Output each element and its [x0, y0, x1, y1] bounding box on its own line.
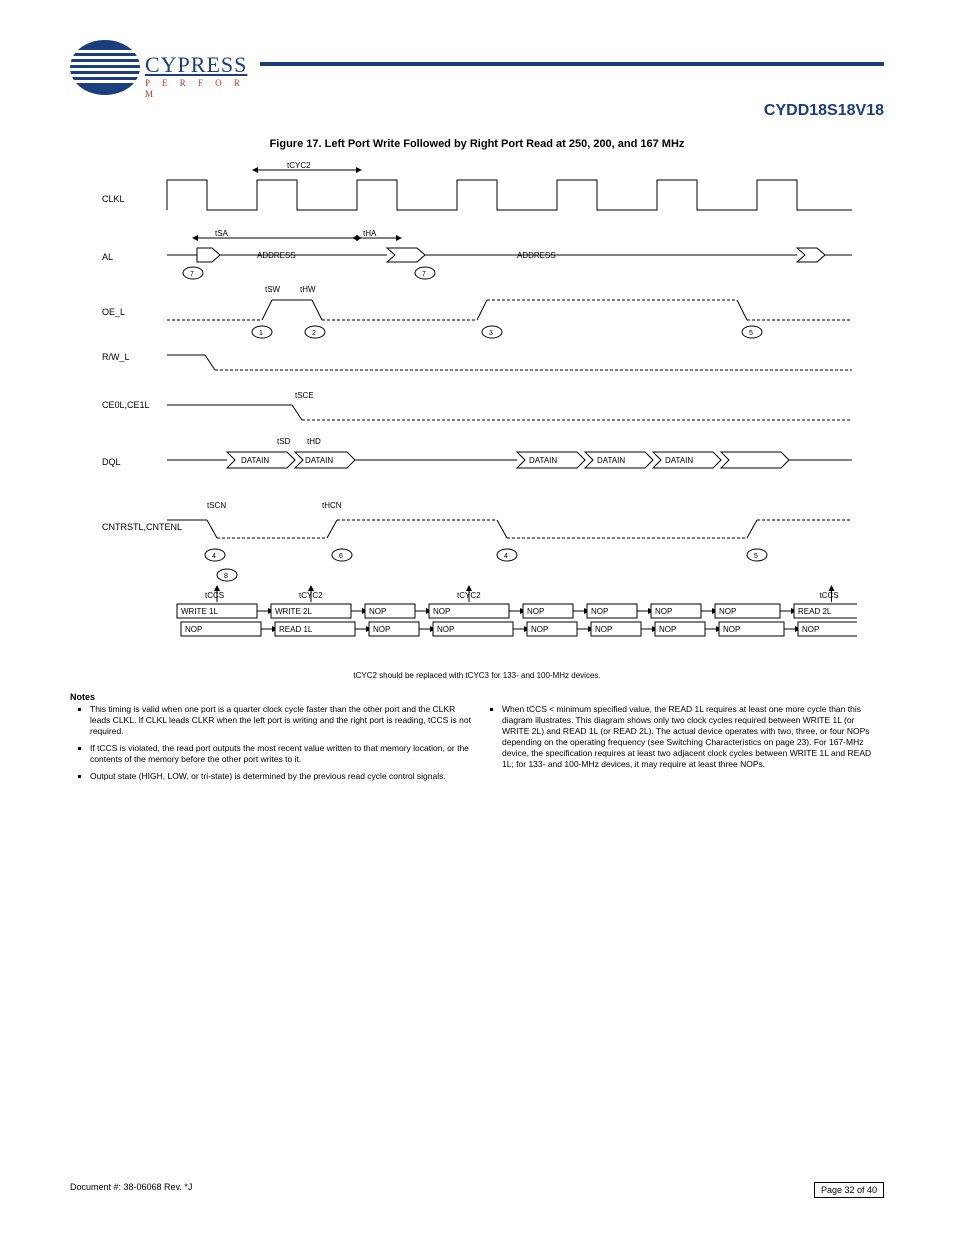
note-item: When tCCS < minimum specified value, the… — [502, 704, 884, 770]
tcyc-label: tCYC2 — [287, 161, 311, 170]
svg-text:3: 3 — [489, 330, 493, 337]
timing-svg: CLKL AL OE_L R/W_L CE0L,CE1L DQL CNTRSTL… — [97, 160, 857, 660]
svg-text:8: 8 — [224, 573, 228, 580]
svg-text:tHW: tHW — [300, 285, 316, 294]
note-item: Output state (HIGH, LOW, or tri-state) i… — [90, 771, 472, 782]
sig-dql: DQL — [102, 457, 121, 467]
svg-text:tCCS: tCCS — [820, 591, 839, 600]
notes-list: This timing is valid when one port is a … — [70, 704, 884, 782]
svg-text:NOP: NOP — [527, 607, 544, 616]
svg-text:tHD: tHD — [307, 437, 321, 446]
svg-text:DATAIN: DATAIN — [665, 456, 693, 465]
note-item: If tCCS is violated, the read port outpu… — [90, 743, 472, 765]
svg-text:DATAIN: DATAIN — [241, 456, 269, 465]
rwl-trace — [167, 355, 852, 370]
sequence-row-top: tCCStCYC2tCYC2tCCS — [205, 590, 839, 602]
page-number: Page 32 of 40 — [814, 1182, 884, 1198]
svg-text:WRITE 2L: WRITE 2L — [275, 607, 312, 616]
svg-text:6: 6 — [339, 553, 343, 560]
svg-text:4: 4 — [504, 553, 508, 560]
svg-text:NOP: NOP — [437, 625, 454, 634]
brand-tagline: P E R F O R M — [145, 78, 245, 99]
sig-oel: OE_L — [102, 307, 125, 317]
sig-al: AL — [102, 252, 113, 262]
svg-text:ADDRESS: ADDRESS — [517, 251, 556, 260]
sequence-row-1: WRITE 1L WRITE 2L NOP NOP NOP NOP NOP NOP READ 2… — [177, 604, 857, 618]
svg-text:5: 5 — [749, 330, 753, 337]
svg-text:DATAIN: DATAIN — [597, 456, 625, 465]
clk-wave — [167, 180, 852, 210]
sig-cel: CE0L,CE1L — [102, 400, 150, 410]
cntl-trace: 4 6 4 5 8 — [167, 520, 852, 581]
svg-text:tSA: tSA — [215, 229, 229, 238]
svg-text:5: 5 — [754, 553, 758, 560]
timing-diagram: CLKL AL OE_L R/W_L CE0L,CE1L DQL CNTRSTL… — [97, 160, 857, 663]
figure-title: Figure 17. Left Port Write Followed by R… — [70, 138, 884, 150]
dql-bus: DATAIN DATAIN DATAIN DATAIN DATAIN — [167, 452, 852, 468]
svg-text:tSW: tSW — [265, 285, 281, 294]
sig-rwl: R/W_L — [102, 352, 130, 362]
figure-number: Figure 17. — [270, 138, 322, 150]
svg-text:ADDRESS: ADDRESS — [257, 251, 296, 260]
footer: Document #: 38-06068 Rev. *J Page 32 of … — [70, 1182, 884, 1198]
svg-text:2: 2 — [312, 330, 316, 337]
svg-text:NOP: NOP — [655, 607, 672, 616]
logo-text: CYPRESS P E R F O R M — [145, 52, 250, 100]
svg-text:tSD: tSD — [277, 437, 291, 446]
svg-text:NOP: NOP — [591, 607, 608, 616]
svg-text:DATAIN: DATAIN — [305, 456, 333, 465]
note-item: This timing is valid when one port is a … — [90, 704, 472, 737]
svg-text:NOP: NOP — [531, 625, 548, 634]
svg-text:WRITE 1L: WRITE 1L — [181, 607, 218, 616]
cel-trace — [167, 405, 852, 420]
svg-text:4: 4 — [212, 553, 216, 560]
page: CYPRESS P E R F O R M CYDD18S18V18 Figur… — [0, 0, 954, 1228]
sig-clkl: CLKL — [102, 194, 125, 204]
svg-text:DATAIN: DATAIN — [529, 456, 557, 465]
globe-icon — [70, 40, 140, 95]
svg-text:READ 2L: READ 2L — [798, 607, 832, 616]
part-number: CYDD18S18V18 — [70, 102, 884, 120]
sig-cntl: CNTRSTL,CNTENL — [102, 522, 182, 532]
svg-text:READ 1L: READ 1L — [279, 625, 313, 634]
svg-text:1: 1 — [259, 330, 263, 337]
oel-trace: 1 2 3 5 — [167, 300, 852, 338]
svg-text:NOP: NOP — [433, 607, 450, 616]
svg-text:tHCN: tHCN — [322, 501, 342, 510]
doc-id: Document #: 38-06068 Rev. *J — [70, 1182, 192, 1198]
svg-text:tSCE: tSCE — [295, 391, 314, 400]
svg-text:NOP: NOP — [659, 625, 676, 634]
svg-text:NOP: NOP — [369, 607, 386, 616]
svg-text:NOP: NOP — [719, 607, 736, 616]
logo: CYPRESS P E R F O R M — [70, 40, 250, 100]
svg-text:NOP: NOP — [373, 625, 390, 634]
figure-footnote: tCYC2 should be replaced with tCYC3 for … — [70, 671, 884, 680]
header: CYPRESS P E R F O R M — [70, 40, 884, 100]
svg-text:tSCN: tSCN — [207, 501, 226, 510]
svg-text:NOP: NOP — [185, 625, 202, 634]
figure-caption: Left Port Write Followed by Right Port R… — [325, 138, 685, 150]
header-rule — [260, 62, 884, 66]
al-bus: ADDRESS ADDRESS — [167, 248, 852, 262]
svg-text:7: 7 — [190, 271, 194, 278]
svg-text:NOP: NOP — [595, 625, 612, 634]
notes-heading: Notes — [70, 692, 884, 702]
brand-name: CYPRESS — [145, 52, 247, 77]
svg-text:7: 7 — [422, 271, 426, 278]
svg-text:tCCS: tCCS — [205, 591, 224, 600]
svg-text:NOP: NOP — [802, 625, 819, 634]
svg-text:tHA: tHA — [363, 229, 377, 238]
svg-text:NOP: NOP — [723, 625, 740, 634]
sequence-row-2: NOP READ 1L NOP NOP NOP NOP NOP NOP NOP — [181, 622, 857, 636]
